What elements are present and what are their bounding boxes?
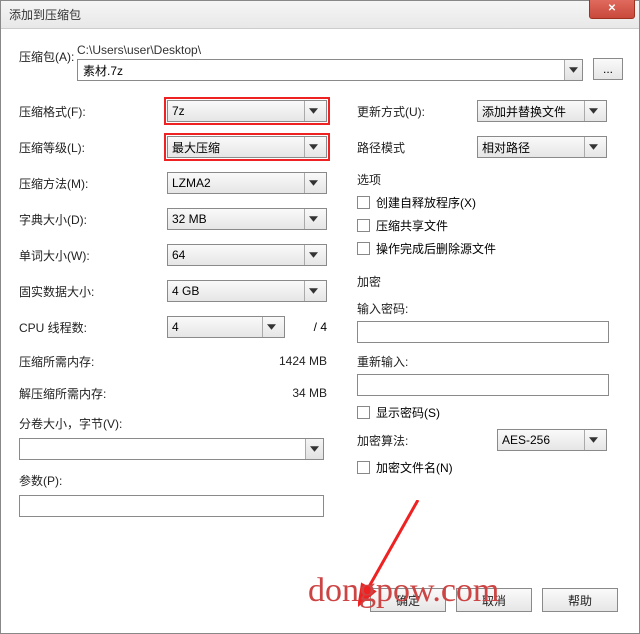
password-label: 输入密码: — [357, 300, 623, 317]
archive-filename-text: 素材.7z — [78, 62, 564, 79]
update-select[interactable]: 添加并替换文件 — [477, 100, 607, 122]
method-label: 压缩方法(M): — [19, 175, 167, 192]
password-confirm-label: 重新输入: — [357, 353, 623, 370]
algo-value: AES-256 — [502, 433, 550, 447]
level-value: 最大压缩 — [172, 139, 220, 156]
share-checkbox[interactable] — [357, 219, 370, 232]
update-label: 更新方式(U): — [357, 103, 477, 120]
delete-checkbox[interactable] — [357, 242, 370, 255]
archive-label: 压缩包(A): — [19, 43, 77, 65]
method-value: LZMA2 — [172, 176, 211, 190]
chevron-down-icon[interactable] — [304, 101, 322, 121]
encrypt-names-checkbox[interactable] — [357, 461, 370, 474]
cpu-label: CPU 线程数: — [19, 319, 167, 336]
mem-decompress-value: 34 MB — [167, 386, 327, 400]
chevron-down-icon[interactable] — [304, 173, 322, 193]
archive-path: C:\Users\user\Desktop\ — [77, 43, 583, 57]
chevron-down-icon[interactable] — [304, 281, 322, 301]
watermark: dongpow.com — [308, 572, 499, 610]
dict-select[interactable]: 32 MB — [167, 208, 327, 230]
chevron-down-icon[interactable] — [304, 209, 322, 229]
dict-value: 32 MB — [172, 212, 207, 226]
split-label: 分卷大小，字节(V): — [19, 415, 122, 432]
archive-row: 压缩包(A): C:\Users\user\Desktop\ 素材.7z ... — [19, 43, 623, 81]
encrypt-title: 加密 — [357, 273, 623, 290]
dict-label: 字典大小(D): — [19, 211, 167, 228]
titlebar[interactable]: 添加到压缩包 — [1, 1, 639, 29]
browse-button[interactable]: ... — [593, 58, 623, 80]
params-input[interactable] — [19, 495, 324, 517]
cpu-total: / 4 — [285, 320, 327, 334]
mem-compress-label: 压缩所需内存: — [19, 353, 167, 370]
split-combobox[interactable] — [19, 438, 324, 460]
mem-compress-value: 1424 MB — [167, 354, 327, 368]
chevron-down-icon[interactable] — [584, 430, 602, 450]
mem-decompress-label: 解压缩所需内存: — [19, 385, 167, 402]
method-select[interactable]: LZMA2 — [167, 172, 327, 194]
chevron-down-icon[interactable] — [304, 137, 322, 157]
chevron-down-icon[interactable] — [584, 137, 602, 157]
chevron-down-icon[interactable] — [305, 439, 323, 459]
close-icon[interactable] — [589, 0, 635, 19]
options-title: 选项 — [357, 171, 623, 188]
archive-filename-combobox[interactable]: 素材.7z — [77, 59, 583, 81]
word-label: 单词大小(W): — [19, 247, 167, 264]
sfx-checkbox[interactable] — [357, 196, 370, 209]
algo-select[interactable]: AES-256 — [497, 429, 607, 451]
window-title: 添加到压缩包 — [9, 6, 81, 23]
right-column: 更新方式(U): 添加并替换文件 路径模式 相对路径 选项 — [357, 99, 623, 517]
update-value: 添加并替换文件 — [482, 103, 566, 120]
solid-label: 固实数据大小: — [19, 283, 167, 300]
encrypt-names-label: 加密文件名(N) — [376, 459, 453, 476]
cpu-select[interactable]: 4 — [167, 316, 285, 338]
chevron-down-icon[interactable] — [304, 245, 322, 265]
share-label: 压缩共享文件 — [376, 217, 448, 234]
pathmode-label: 路径模式 — [357, 139, 477, 156]
solid-value: 4 GB — [172, 284, 199, 298]
level-select[interactable]: 最大压缩 — [167, 136, 327, 158]
dialog-window: 添加到压缩包 压缩包(A): C:\Users\user\Desktop\ 素材… — [0, 0, 640, 634]
cpu-value: 4 — [172, 320, 179, 334]
pathmode-select[interactable]: 相对路径 — [477, 136, 607, 158]
delete-label: 操作完成后删除源文件 — [376, 240, 496, 257]
browse-label: ... — [603, 62, 613, 76]
word-select[interactable]: 64 — [167, 244, 327, 266]
help-button[interactable]: 帮助 — [542, 588, 618, 612]
algo-label: 加密算法: — [357, 432, 497, 449]
pathmode-value: 相对路径 — [482, 139, 530, 156]
chevron-down-icon[interactable] — [262, 317, 280, 337]
dialog-content: 压缩包(A): C:\Users\user\Desktop\ 素材.7z ...… — [1, 29, 639, 527]
format-label: 压缩格式(F): — [19, 103, 167, 120]
password-confirm-input[interactable] — [357, 374, 609, 396]
format-select[interactable]: 7z — [167, 100, 327, 122]
password-input[interactable] — [357, 321, 609, 343]
left-column: 压缩格式(F): 7z 压缩等级(L): 最大压缩 压缩方法(M): — [19, 99, 339, 517]
sfx-label: 创建自释放程序(X) — [376, 194, 476, 211]
format-value: 7z — [172, 104, 185, 118]
params-label: 参数(P): — [19, 472, 339, 489]
word-value: 64 — [172, 248, 185, 262]
show-password-label: 显示密码(S) — [376, 404, 440, 421]
chevron-down-icon[interactable] — [564, 60, 582, 80]
show-password-checkbox[interactable] — [357, 406, 370, 419]
level-label: 压缩等级(L): — [19, 139, 167, 156]
solid-select[interactable]: 4 GB — [167, 280, 327, 302]
chevron-down-icon[interactable] — [584, 101, 602, 121]
